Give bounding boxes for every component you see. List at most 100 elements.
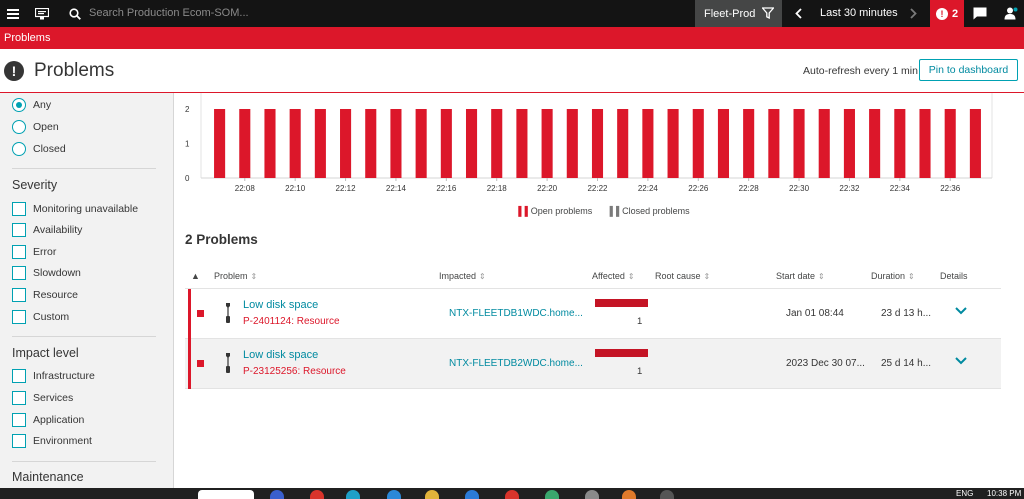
checkbox[interactable] [12, 369, 26, 383]
open-problems-bar [465, 109, 478, 178]
impact-checkbox-services[interactable]: Services [12, 390, 73, 406]
timeframe-selector[interactable]: Last 30 minutes [820, 7, 898, 19]
taskbar-app-icon[interactable] [622, 490, 636, 499]
problem-id: P-2401124: Resource [243, 316, 340, 327]
timeframe-previous-button[interactable] [788, 0, 808, 27]
problem-title-link[interactable]: Low disk space [243, 299, 318, 311]
taskbar-app-icon[interactable] [660, 490, 674, 499]
radio-button[interactable] [12, 120, 26, 134]
x-tick-label: 22:26 [688, 184, 709, 193]
open-problems-bar [264, 109, 276, 178]
checkbox[interactable] [12, 434, 26, 448]
taskbar-app-icon[interactable] [425, 490, 439, 499]
problem-count-badge: 2 [951, 7, 959, 20]
open-problems-bar [692, 109, 704, 178]
open-problems-bar [717, 109, 730, 178]
taskbar-app-icon[interactable] [270, 490, 284, 499]
taskbar-app-icon[interactable] [465, 490, 479, 499]
checkbox[interactable] [12, 266, 26, 280]
severity-heading: Severity [12, 178, 58, 192]
severity-checkbox-custom[interactable]: Custom [12, 309, 69, 325]
radio-button[interactable] [12, 142, 26, 156]
checkbox[interactable] [12, 413, 26, 427]
search-icon[interactable] [62, 0, 88, 27]
x-tick-label: 22:10 [285, 184, 306, 193]
column-header-problem[interactable]: Problem ⇕ [214, 271, 257, 281]
taskbar-app-icon[interactable] [310, 490, 324, 499]
impacted-entity-link[interactable]: NTX-FLEETDB1WDC.home... [449, 308, 583, 319]
expand-details-chevron-icon[interactable] [955, 356, 967, 368]
taskbar-app-icon[interactable] [505, 490, 519, 499]
legend-open-problems[interactable]: ▐▐ Open problems [515, 206, 592, 216]
severity-checkbox-error[interactable]: Error [12, 244, 56, 260]
checkbox[interactable] [12, 223, 26, 237]
taskbar-search-box[interactable] [198, 490, 254, 499]
table-row[interactable]: Low disk space P-23125256: Resource NTX-… [185, 339, 1001, 389]
disk-tool-icon [224, 353, 232, 376]
severity-checkbox-availability[interactable]: Availability [12, 222, 82, 238]
taskbar-clock[interactable]: 10:38 PM [987, 489, 1021, 498]
open-problems-bar [944, 109, 956, 178]
breadcrumb: Problems [0, 27, 1024, 49]
column-header-duration[interactable]: Duration ⇕ [871, 271, 915, 281]
auto-refresh-label: Auto-refresh every 1 min [803, 65, 918, 77]
section-divider [12, 168, 156, 169]
impact-level-heading: Impact level [12, 346, 79, 360]
column-label: Duration [871, 271, 906, 281]
taskbar-app-icon[interactable] [387, 490, 401, 499]
search-input[interactable]: Search Production Ecom-SOM... [89, 7, 249, 19]
table-row[interactable]: Low disk space P-2401124: Resource NTX-F… [185, 289, 1001, 339]
pin-to-dashboard-button[interactable]: Pin to dashboard [919, 59, 1018, 81]
chat-icon[interactable] [967, 0, 993, 27]
problems-notification-button[interactable]: ! 2 [930, 0, 964, 27]
column-header-root-cause[interactable]: Root cause ⇕ [655, 271, 710, 281]
severity-checkbox-slowdown[interactable]: Slowdown [12, 265, 81, 281]
taskbar-app-icon[interactable] [545, 490, 559, 499]
timeframe-next-button[interactable] [903, 0, 923, 27]
checkbox-label: Infrastructure [33, 370, 95, 382]
environment-selector[interactable]: Fleet-Prod [695, 0, 782, 27]
hamburger-menu-icon[interactable] [0, 0, 26, 27]
status-radio-open[interactable]: Open [12, 119, 59, 135]
status-radio-closed[interactable]: Closed [12, 141, 66, 157]
problem-count-heading: 2 Problems [185, 232, 258, 247]
user-account-icon[interactable] [998, 0, 1024, 27]
sort-column-arrow-icon[interactable]: ▲ [191, 271, 200, 281]
checkbox[interactable] [12, 391, 26, 405]
legend-closed-problems[interactable]: ▐▐ Closed problems [606, 206, 689, 216]
environment-label: Fleet-Prod [704, 7, 756, 20]
checkbox-label: Resource [33, 289, 78, 301]
taskbar-language[interactable]: ENG [956, 489, 973, 498]
open-problems-bar [314, 109, 326, 178]
open-problems-bar [289, 109, 301, 178]
checkbox[interactable] [12, 310, 26, 324]
impact-checkbox-infrastructure[interactable]: Infrastructure [12, 368, 95, 384]
impact-checkbox-environment[interactable]: Environment [12, 433, 92, 449]
radio-button[interactable] [12, 98, 26, 112]
checkbox[interactable] [12, 245, 26, 259]
checkbox[interactable] [12, 202, 26, 216]
open-problems-bar [667, 109, 679, 178]
taskbar-app-icon[interactable] [346, 490, 360, 499]
severity-checkbox-monitoring-unavailable[interactable]: Monitoring unavailable [12, 201, 138, 217]
monitor-icon[interactable] [29, 0, 55, 27]
impact-checkbox-application[interactable]: Application [12, 412, 84, 428]
section-divider [12, 336, 156, 337]
checkbox-label: Slowdown [33, 267, 81, 279]
open-problems-bar [214, 109, 226, 178]
radio-label: Any [33, 99, 52, 111]
severity-checkbox-resource[interactable]: Resource [12, 287, 78, 303]
column-header-affected[interactable]: Affected ⇕ [592, 271, 635, 281]
impacted-entity-link[interactable]: NTX-FLEETDB2WDC.home... [449, 358, 583, 369]
checkbox[interactable] [12, 288, 26, 302]
status-radio-any[interactable]: Any [12, 97, 51, 113]
column-header-start-date[interactable]: Start date ⇕ [776, 271, 825, 281]
column-header-impacted[interactable]: Impacted ⇕ [439, 271, 486, 281]
expand-details-chevron-icon[interactable] [955, 306, 967, 318]
x-tick-label: 22:28 [739, 184, 760, 193]
problem-title-link[interactable]: Low disk space [243, 349, 318, 361]
breadcrumb-problems[interactable]: Problems [4, 32, 50, 44]
problems-chart: 0 1 2 22:08 22:10 22:12 22:14 22:16 22:18 22:20 22… [185, 93, 1001, 221]
y-tick-label: 2 [185, 105, 190, 114]
taskbar-app-icon[interactable] [585, 490, 599, 499]
